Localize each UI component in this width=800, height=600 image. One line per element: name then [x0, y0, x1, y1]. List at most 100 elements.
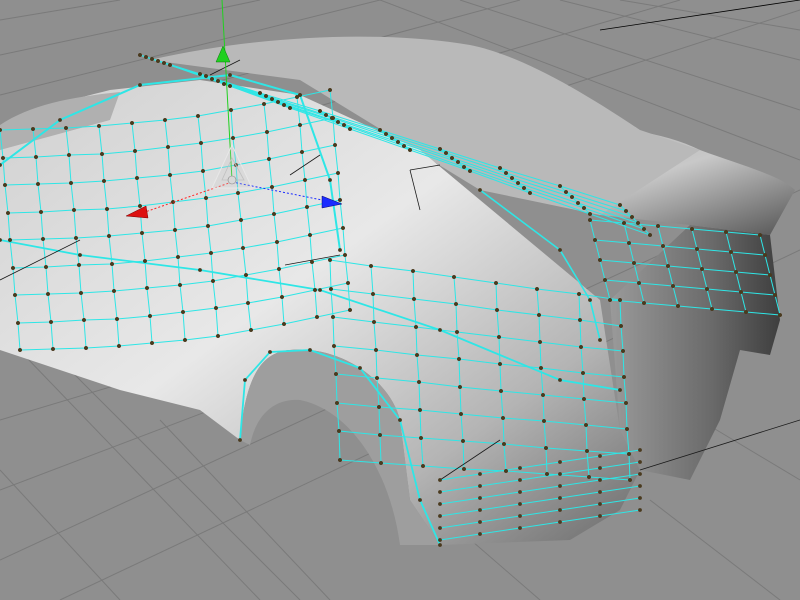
vertex	[318, 109, 322, 113]
vertex	[598, 338, 602, 342]
vertex	[579, 345, 583, 349]
vertex	[13, 293, 17, 297]
vertex	[46, 292, 50, 296]
vertex	[277, 267, 281, 271]
vertex	[495, 308, 499, 312]
vertex	[324, 113, 328, 117]
vertex	[690, 227, 694, 231]
vertex	[570, 195, 574, 199]
vertex	[478, 188, 482, 192]
vertex	[462, 467, 466, 471]
vertex	[537, 313, 541, 317]
vertex	[763, 253, 767, 257]
vertex	[135, 176, 139, 180]
vertex	[705, 287, 709, 291]
vertex	[624, 209, 628, 213]
vertex	[79, 291, 83, 295]
vertex	[438, 478, 442, 482]
vertex	[734, 270, 738, 274]
vertex	[398, 418, 402, 422]
vertex	[457, 357, 461, 361]
vertex	[222, 82, 226, 86]
vertex	[585, 449, 589, 453]
vertex	[143, 259, 147, 263]
vertex	[332, 344, 336, 348]
vertex	[402, 144, 406, 148]
vertex	[18, 348, 22, 352]
vertex	[338, 198, 342, 202]
vertex	[593, 238, 597, 242]
vertex	[450, 156, 454, 160]
vertex	[330, 116, 334, 120]
vertex	[249, 328, 253, 332]
vertex	[582, 397, 586, 401]
vertex	[535, 287, 539, 291]
vertex	[632, 261, 636, 265]
vertex	[210, 77, 214, 81]
vertex	[3, 183, 7, 187]
vertex	[31, 127, 35, 131]
vertex	[676, 304, 680, 308]
vertex	[700, 267, 704, 271]
vertex	[411, 269, 415, 273]
vertex	[348, 308, 352, 312]
vertex	[140, 231, 144, 235]
vertex	[262, 102, 266, 106]
vertex	[280, 295, 284, 299]
vertex	[458, 385, 462, 389]
vertex	[618, 203, 622, 207]
vertex	[331, 315, 335, 319]
vertex	[272, 212, 276, 216]
vertex	[275, 240, 279, 244]
vertex	[371, 292, 375, 296]
vertex	[478, 532, 482, 536]
vertex	[270, 185, 274, 189]
vertex	[624, 401, 628, 405]
vertex	[518, 526, 522, 530]
vertex	[576, 201, 580, 205]
vertex	[276, 100, 280, 104]
vertex	[117, 344, 121, 348]
vertex	[414, 325, 418, 329]
vertex	[625, 427, 629, 431]
vertex	[64, 126, 68, 130]
vertex	[231, 136, 235, 140]
vertex	[578, 318, 582, 322]
vertex	[581, 371, 585, 375]
vertex	[102, 179, 106, 183]
vertex	[501, 416, 505, 420]
vertex	[452, 275, 456, 279]
vertex	[396, 140, 400, 144]
vertex	[587, 475, 591, 479]
vertex	[438, 538, 442, 542]
vertex	[336, 120, 340, 124]
vertex	[183, 338, 187, 342]
vertex	[204, 196, 208, 200]
vertex	[303, 178, 307, 182]
vertex	[468, 169, 472, 173]
3d-viewport[interactable]	[0, 0, 800, 600]
vertex	[773, 293, 777, 297]
vertex	[39, 210, 43, 214]
vertex	[211, 279, 215, 283]
vertex	[44, 265, 48, 269]
vertex	[166, 145, 170, 149]
vertex	[598, 258, 602, 262]
vertex	[695, 247, 699, 251]
vertex	[504, 171, 508, 175]
vertex	[518, 490, 522, 494]
vertex	[455, 330, 459, 334]
vertex	[778, 313, 782, 317]
vertex	[544, 446, 548, 450]
vertex	[378, 128, 382, 132]
vertex	[454, 302, 458, 306]
gizmo-pivot[interactable]	[227, 175, 237, 185]
viewport-canvas[interactable]	[0, 0, 800, 600]
vertex	[638, 460, 642, 464]
vertex	[268, 350, 272, 354]
vertex	[216, 334, 220, 338]
vertex	[522, 186, 526, 190]
vertex	[419, 436, 423, 440]
vertex	[51, 347, 55, 351]
vertex	[622, 375, 626, 379]
